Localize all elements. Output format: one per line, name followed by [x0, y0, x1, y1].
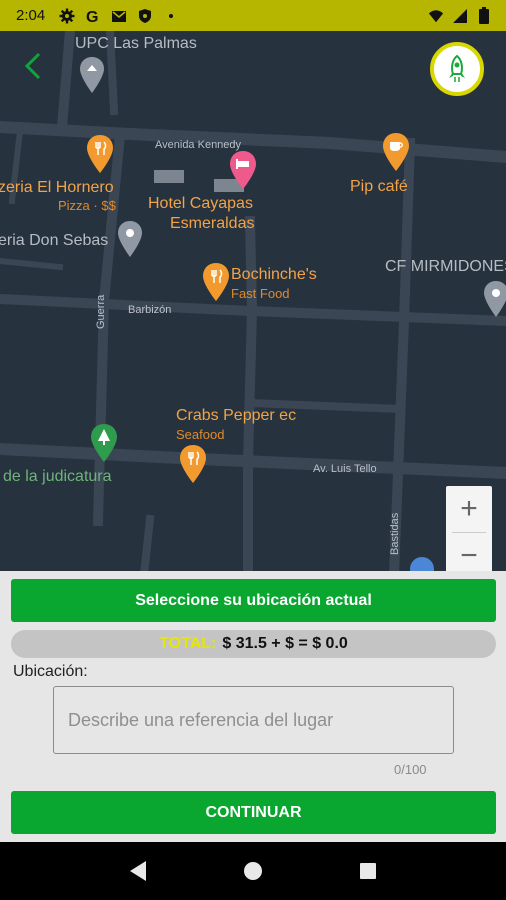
back-button[interactable]: [18, 49, 48, 83]
poi-crabs-pepper-sub: Seafood: [176, 427, 225, 442]
shield-icon: [137, 8, 153, 24]
street-guerra: Guerra: [95, 294, 107, 329]
dot-icon: [163, 8, 179, 24]
road-network: [0, 31, 506, 575]
gmail-icon: [111, 8, 127, 24]
hotel-pin-icon[interactable]: [230, 151, 256, 193]
nav-back-button[interactable]: [118, 851, 158, 891]
poi-don-sebas: eria Don Sebas: [0, 232, 109, 249]
poi-bochinches-sub: Fast Food: [231, 286, 290, 301]
rider-avatar-button[interactable]: [430, 42, 484, 96]
mirmidones-pin-icon[interactable]: [484, 281, 506, 321]
status-notification-icons: G: [59, 8, 179, 24]
restaurant-pin-icon[interactable]: [87, 135, 113, 177]
map-zoom-controls: + −: [446, 486, 492, 575]
status-bar: 2:04 G: [0, 0, 506, 31]
street-luis-tello: Av. Luis Tello: [313, 463, 377, 475]
poi-judicatura: de la judicatura: [3, 468, 112, 485]
rocket-icon: [449, 54, 465, 82]
nav-recents-button[interactable]: [348, 851, 388, 891]
signal-icon: [452, 8, 468, 24]
poi-pip-cafe: Pip café: [350, 178, 408, 195]
poi-hotel-esmeraldas: Esmeraldas: [170, 215, 255, 232]
nav-home-button[interactable]: [233, 851, 273, 891]
location-label: Ubicación:: [13, 663, 88, 680]
wifi-icon: [428, 8, 444, 24]
poi-bochinches: Bochinche's: [231, 266, 317, 283]
svg-text:G: G: [86, 9, 98, 24]
location-form-sheet: Seleccione su ubicación actual TOTAL: $ …: [0, 571, 506, 842]
system-nav-bar: [0, 842, 506, 900]
poi-el-hornero-sub: Pizza · $$: [58, 198, 116, 213]
fastfood-pin-icon[interactable]: [203, 263, 229, 305]
nav-recents-icon: [360, 863, 377, 879]
poi-el-hornero: zeria El Hornero: [0, 179, 114, 196]
zoom-out-button[interactable]: −: [446, 533, 492, 575]
google-icon: G: [85, 8, 101, 24]
poi-cf-mirmidones: CF MIRMIDONES: [385, 258, 506, 275]
chevron-left-icon: [24, 52, 41, 80]
character-counter: 0/100: [394, 762, 427, 777]
total-summary: TOTAL: $ 31.5 + $ = $ 0.0: [11, 630, 496, 658]
cafe-pin-icon[interactable]: [383, 133, 409, 175]
poi-crabs-pepper: Crabs Pepper ec: [176, 407, 297, 424]
street-barbizon: Barbizón: [128, 304, 172, 316]
street-bastidas: Bastidas: [389, 512, 401, 555]
zoom-in-button[interactable]: +: [446, 486, 492, 532]
status-system-icons: [428, 7, 492, 24]
nav-back-icon: [129, 861, 146, 881]
upc-pin-icon[interactable]: [80, 57, 104, 97]
nav-home-icon: [243, 862, 262, 880]
gear-icon: [59, 8, 75, 24]
street-avenida-kennedy: Avenida Kennedy: [155, 139, 242, 151]
location-reference-input[interactable]: [53, 686, 454, 754]
battery-icon: [476, 7, 492, 24]
don-sebas-pin-icon[interactable]: [118, 221, 142, 261]
poi-hotel-cayapas: Hotel Cayapas: [148, 195, 253, 212]
poi-upc-las-palmas: UPC Las Palmas: [75, 35, 197, 52]
seafood-pin-icon[interactable]: [180, 445, 206, 487]
select-current-location-button[interactable]: Seleccione su ubicación actual: [11, 579, 496, 622]
park-pin-icon[interactable]: [91, 424, 117, 466]
map-view[interactable]: UPC Las Palmas Avenida Kennedy zeria El …: [0, 31, 506, 575]
total-label: TOTAL:: [159, 635, 217, 652]
status-time: 2:04: [16, 7, 46, 24]
total-value: $ 31.5 + $ = $ 0.0: [222, 635, 348, 652]
continue-button[interactable]: CONTINUAR: [11, 791, 496, 834]
